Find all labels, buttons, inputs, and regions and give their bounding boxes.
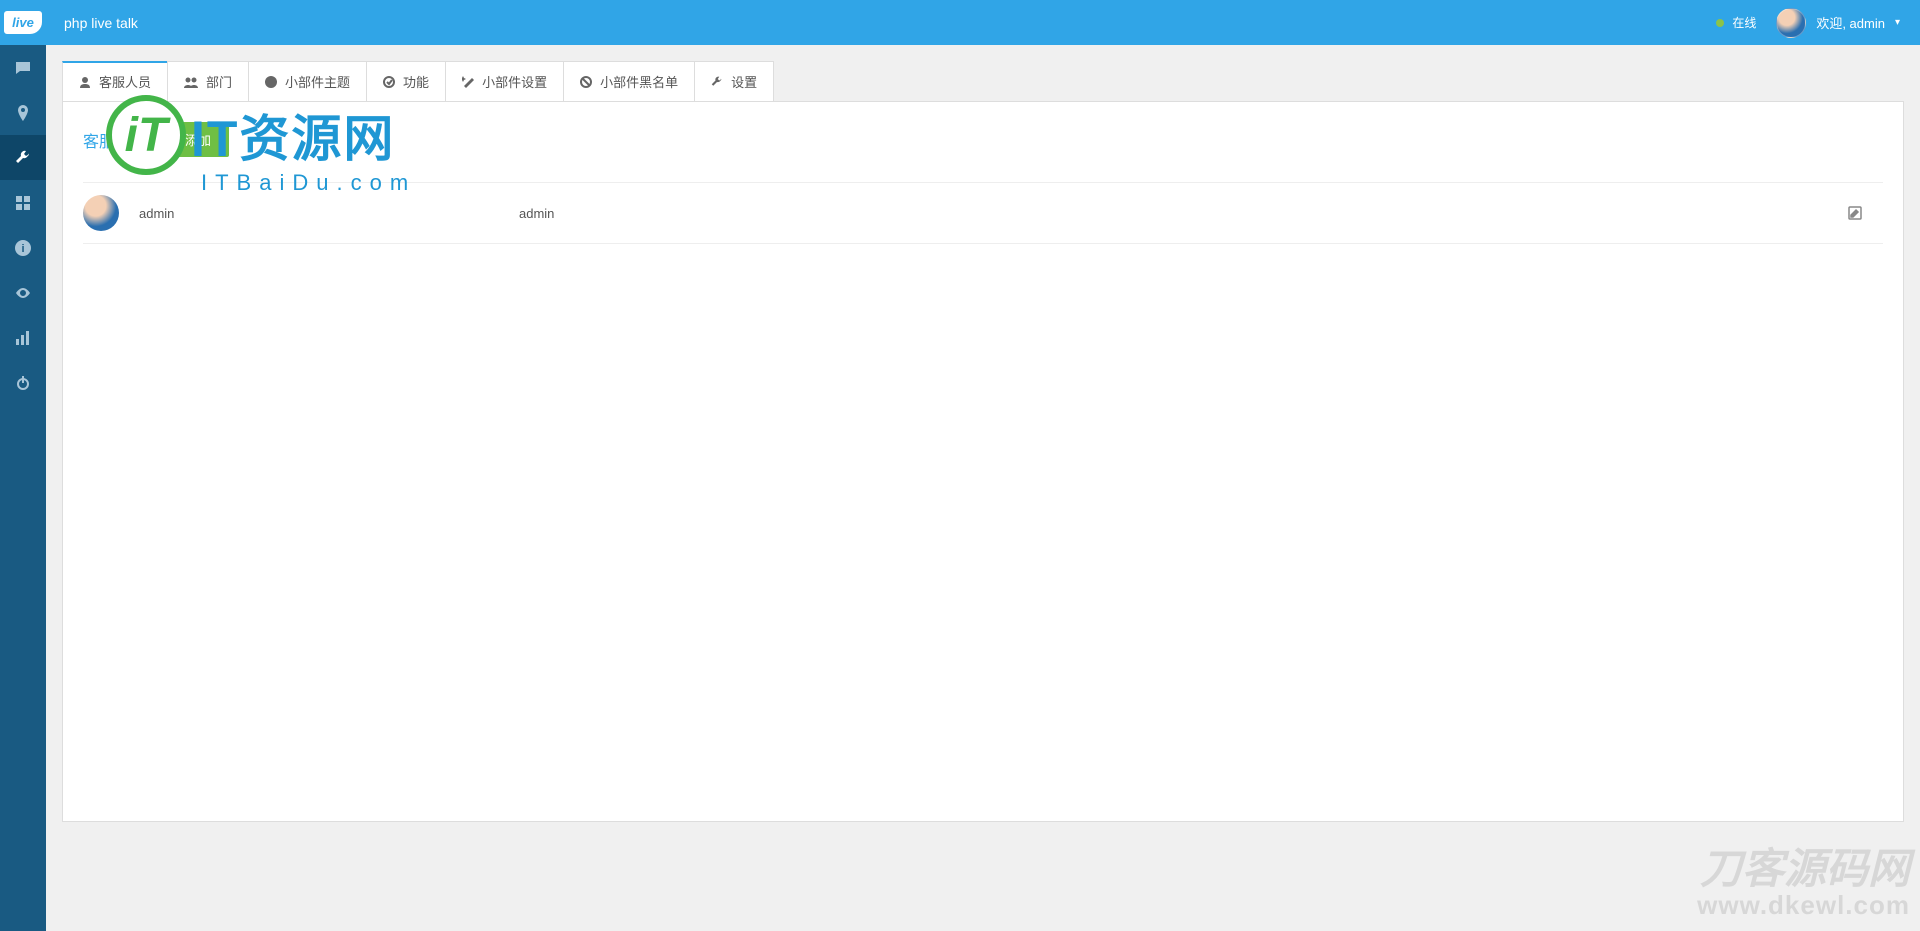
tab-label: 客服人员	[99, 72, 151, 91]
tab-label: 部门	[206, 72, 232, 91]
palette-icon	[265, 76, 277, 88]
sidebar-item-apps[interactable]	[0, 180, 46, 225]
main-content: 客服人员 部门 小部件主题 功能 小部件设置 小部件黑名单	[46, 45, 1920, 931]
panel-title: 客服人员	[83, 128, 147, 152]
sidebar-item-view[interactable]	[0, 270, 46, 315]
tab-bar: 客服人员 部门 小部件主题 功能 小部件设置 小部件黑名单	[62, 61, 1904, 102]
user-menu[interactable]: 欢迎, admin ▾	[1776, 8, 1900, 38]
watermark2-sub: www.dkewl.com	[1697, 890, 1910, 921]
tab-blacklist[interactable]: 小部件黑名单	[563, 61, 695, 101]
power-icon	[15, 375, 31, 391]
tab-departments[interactable]: 部门	[167, 61, 249, 101]
check-icon	[383, 76, 395, 88]
grid-icon	[16, 196, 30, 210]
sidebar-item-settings[interactable]	[0, 135, 46, 180]
agents-table: admin admin	[83, 182, 1883, 244]
sidebar-item-chat[interactable]	[0, 45, 46, 90]
chat-icon	[15, 60, 31, 76]
svg-text:i: i	[21, 243, 24, 255]
agents-panel: 客服人员 添加 admin admin	[62, 102, 1904, 822]
tab-widget-settings[interactable]: 小部件设置	[445, 61, 564, 101]
table-row: admin admin	[83, 183, 1883, 244]
tab-label: 小部件黑名单	[600, 72, 678, 91]
sidebar: i	[0, 45, 46, 931]
add-button[interactable]: 添加	[167, 122, 229, 157]
row-user: admin	[519, 206, 1847, 221]
wrench-icon	[711, 76, 723, 88]
avatar	[1776, 8, 1806, 38]
bars-icon	[16, 331, 30, 345]
chevron-down-icon: ▾	[1895, 17, 1900, 28]
info-icon: i	[15, 240, 31, 256]
status-dot-icon	[1716, 19, 1724, 27]
user-welcome-text: 欢迎, admin	[1816, 13, 1885, 32]
watermark-dkewl: 刀客源码网 www.dkewl.com	[1697, 848, 1910, 921]
tab-themes[interactable]: 小部件主题	[248, 61, 367, 101]
eye-icon	[15, 285, 31, 301]
status-label: 在线	[1732, 14, 1756, 31]
tab-features[interactable]: 功能	[366, 61, 446, 101]
panel-header: 客服人员 添加	[83, 122, 1883, 157]
online-status[interactable]: 在线	[1716, 14, 1756, 31]
tab-label: 功能	[403, 72, 429, 91]
user-icon	[79, 76, 91, 88]
row-name: admin	[139, 206, 519, 221]
app-logo[interactable]: live	[0, 0, 46, 45]
header-left: live php live talk	[0, 0, 138, 45]
row-actions	[1847, 205, 1883, 221]
header-right: 在线 欢迎, admin ▾	[1716, 8, 1900, 38]
sidebar-item-logout[interactable]	[0, 360, 46, 405]
wrench-icon	[15, 150, 31, 166]
pin-icon	[15, 105, 31, 121]
top-header: live php live talk 在线 欢迎, admin ▾	[0, 0, 1920, 45]
tab-agents[interactable]: 客服人员	[62, 61, 168, 101]
magic-icon	[462, 76, 474, 88]
sidebar-item-info[interactable]: i	[0, 225, 46, 270]
tab-label: 小部件设置	[482, 72, 547, 91]
tab-label: 设置	[731, 72, 757, 91]
app-title: php live talk	[64, 15, 138, 31]
logo-text: live	[4, 11, 42, 34]
tab-label: 小部件主题	[285, 72, 350, 91]
users-icon	[184, 76, 198, 88]
watermark2-main: 刀客源码网	[1697, 848, 1910, 890]
ban-icon	[580, 76, 592, 88]
layout: i 客服人员 部门 小部件主题	[0, 45, 1920, 931]
sidebar-item-reports[interactable]	[0, 315, 46, 360]
avatar	[83, 195, 119, 231]
tab-settings[interactable]: 设置	[694, 61, 774, 101]
edit-icon[interactable]	[1847, 205, 1863, 221]
sidebar-item-location[interactable]	[0, 90, 46, 135]
